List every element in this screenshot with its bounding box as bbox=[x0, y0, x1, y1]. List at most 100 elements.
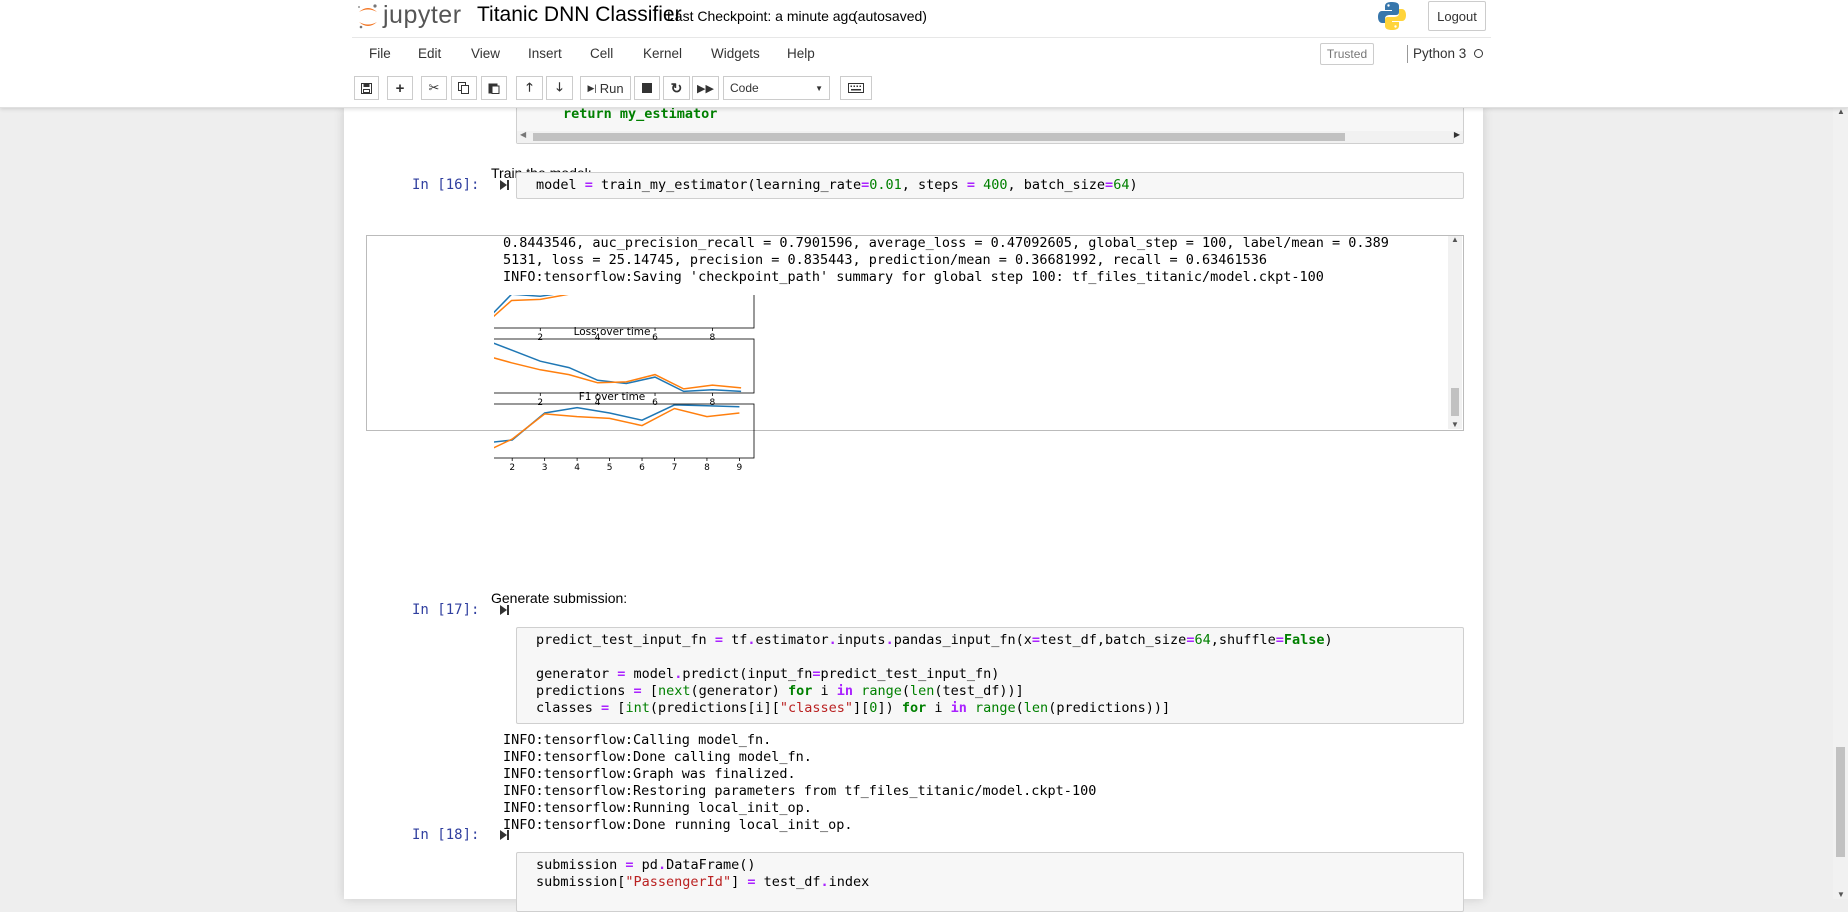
cell-17-code-line-4: predictions = [next(generator) for i in … bbox=[536, 683, 1024, 699]
chart-2-xtick-label: 5 bbox=[607, 463, 613, 473]
scroll-left-icon[interactable]: ◀ bbox=[520, 130, 526, 139]
cell-17-output-line-6: INFO:tensorflow:Done running local_init_… bbox=[503, 817, 853, 833]
menu-help[interactable]: Help bbox=[787, 46, 815, 61]
menu-kernel[interactable]: Kernel bbox=[643, 46, 682, 61]
menu-edit[interactable]: Edit bbox=[418, 46, 441, 61]
paste-icon bbox=[488, 83, 500, 94]
arrow-down-icon: 🡓 bbox=[556, 79, 563, 94]
restart-run-all-button[interactable]: ▶▶ bbox=[692, 76, 719, 100]
paste-button[interactable] bbox=[481, 76, 507, 100]
menubar bbox=[352, 37, 1491, 38]
chart-2-xtick-label: 2 bbox=[509, 463, 515, 473]
chart-1-series-1-line bbox=[494, 357, 742, 390]
output-vertical-scrollbar[interactable]: ▲ ▼ bbox=[1448, 235, 1462, 429]
notebook-title[interactable]: Titanic DNN Classifier bbox=[477, 3, 682, 27]
python-logo-icon bbox=[1378, 2, 1406, 30]
cell-16-output-line-2: 5131, loss = 25.14745, precision = 0.835… bbox=[503, 252, 1268, 268]
cell-17-output-line-3: INFO:tensorflow:Graph was finalized. bbox=[503, 766, 796, 782]
run-button[interactable]: ▶| Run bbox=[580, 76, 631, 100]
kernel-separator bbox=[1407, 45, 1408, 63]
chart-title-2: F1 over time bbox=[579, 391, 646, 403]
command-palette-button[interactable] bbox=[840, 76, 872, 100]
page-vertical-scrollbar[interactable]: ▲ ▼ bbox=[1833, 107, 1848, 899]
menu-view[interactable]: View bbox=[471, 46, 500, 61]
code-line: return my_estimator bbox=[563, 106, 717, 123]
plus-icon: + bbox=[395, 79, 405, 97]
cell-16-prompt: In [16]: bbox=[412, 177, 480, 193]
scroll-right-icon[interactable]: ▶ bbox=[1454, 130, 1460, 139]
save-button[interactable] bbox=[354, 76, 379, 100]
menu-insert[interactable]: Insert bbox=[528, 46, 562, 61]
chart-2-xtick-label: 9 bbox=[737, 463, 743, 473]
chart-title-1: Loss over time bbox=[574, 326, 651, 338]
cell-16-code: model = train_my_estimator(learning_rate… bbox=[536, 177, 1138, 193]
chart-1-xtick-label: 2 bbox=[537, 398, 543, 408]
arrow-up-icon: 🡑 bbox=[526, 79, 533, 94]
cell-17-run-icon[interactable] bbox=[500, 605, 507, 615]
menu-cell[interactable]: Cell bbox=[590, 46, 613, 61]
move-up-button[interactable]: 🡑 bbox=[516, 76, 543, 100]
cell-17-run-icon-bar bbox=[507, 605, 509, 615]
scrollbar-thumb[interactable] bbox=[1451, 388, 1459, 416]
cell-16-input[interactable]: model = train_my_estimator(learning_rate… bbox=[516, 172, 1464, 199]
cell-16-run-icon[interactable] bbox=[500, 180, 507, 190]
cut-button[interactable]: ✂ bbox=[421, 76, 447, 100]
cell-16-run-icon-bar bbox=[507, 180, 509, 190]
page-scroll-down-icon[interactable]: ▼ bbox=[1837, 890, 1845, 899]
run-label: Run bbox=[599, 80, 624, 96]
cell-type-value: Code bbox=[730, 81, 759, 95]
kernel-idle-icon bbox=[1474, 49, 1483, 58]
scissors-icon: ✂ bbox=[428, 80, 440, 95]
cell-17-output-line-4: INFO:tensorflow:Restoring parameters fro… bbox=[503, 783, 1097, 799]
scroll-down-icon[interactable]: ▼ bbox=[1451, 420, 1459, 429]
scrollbar-thumb[interactable] bbox=[533, 133, 1345, 141]
chart-0-series-1-line bbox=[494, 295, 569, 318]
menu-file[interactable]: File bbox=[369, 46, 391, 61]
menu-widgets[interactable]: Widgets bbox=[711, 46, 760, 61]
cell-17-prompt: In [17]: bbox=[412, 602, 480, 618]
chart-0-xtick-label: 6 bbox=[652, 333, 658, 343]
refresh-icon: ↻ bbox=[670, 79, 683, 96]
cell-17-output-line-5: INFO:tensorflow:Running local_init_op. bbox=[503, 800, 812, 816]
cell-18-code-line-1: submission = pd.DataFrame() bbox=[536, 857, 756, 873]
cell-17-code-line-1: predict_test_input_fn = tf.estimator.inp… bbox=[536, 632, 1333, 648]
kernel-name[interactable]: Python 3 bbox=[1413, 46, 1466, 61]
chart-0-xtick-label: 2 bbox=[537, 333, 543, 343]
cell-16-output-line-3: INFO:tensorflow:Saving 'checkpoint_path'… bbox=[503, 269, 1324, 285]
copy-icon bbox=[458, 82, 469, 94]
chart-2-xtick-label: 4 bbox=[574, 463, 580, 473]
move-down-button[interactable]: 🡓 bbox=[546, 76, 573, 100]
scroll-up-icon[interactable]: ▲ bbox=[1451, 235, 1459, 244]
jupyter-logo[interactable]: jupyter bbox=[356, 1, 476, 32]
insert-cell-button[interactable]: + bbox=[387, 76, 413, 100]
chart-2-xtick-label: 3 bbox=[542, 463, 548, 473]
horizontal-scrollbar[interactable]: ◀ ▶ bbox=[517, 130, 1463, 143]
page-scroll-up-icon[interactable]: ▲ bbox=[1837, 107, 1845, 116]
cell-type-select[interactable]: Code ▼ bbox=[723, 76, 830, 100]
code-cell-input-prev[interactable]: return my_estimator ◀ ▶ bbox=[516, 105, 1464, 144]
logout-button[interactable]: Logout bbox=[1428, 1, 1486, 31]
stop-icon bbox=[642, 83, 652, 93]
cell-17-output-line-2: INFO:tensorflow:Done calling model_fn. bbox=[503, 749, 812, 765]
autosave-status: (autosaved) bbox=[853, 8, 927, 24]
markdown-generate-submission: Generate submission: bbox=[491, 590, 628, 606]
chart-0-xtick-label: 8 bbox=[710, 333, 716, 343]
trusted-indicator[interactable]: Trusted bbox=[1320, 43, 1374, 65]
jupyter-logo-text: jupyter bbox=[383, 1, 462, 29]
chart-2-xtick-label: 7 bbox=[672, 463, 678, 473]
notebook-container: return my_estimator ◀ ▶ Train the model:… bbox=[344, 105, 1483, 912]
code-text: return my_estimator bbox=[563, 106, 718, 122]
page-scrollbar-thumb[interactable] bbox=[1836, 747, 1845, 857]
chart-2-xtick-label: 8 bbox=[704, 463, 710, 473]
keyboard-icon bbox=[848, 83, 864, 93]
cell-18-input[interactable]: submission = pd.DataFrame() submission["… bbox=[516, 852, 1464, 912]
cell-18-run-icon[interactable] bbox=[500, 830, 507, 840]
cell-18-run-icon-bar bbox=[507, 830, 509, 840]
step-forward-icon: ▶| bbox=[587, 82, 597, 93]
cell-17-input[interactable]: predict_test_input_fn = tf.estimator.inp… bbox=[516, 627, 1464, 724]
checkpoint-status: Last Checkpoint: a minute ago bbox=[667, 8, 857, 24]
fast-forward-icon: ▶▶ bbox=[697, 82, 714, 95]
interrupt-button[interactable] bbox=[634, 76, 660, 100]
restart-button[interactable]: ↻ bbox=[663, 76, 690, 100]
copy-button[interactable] bbox=[451, 76, 477, 100]
